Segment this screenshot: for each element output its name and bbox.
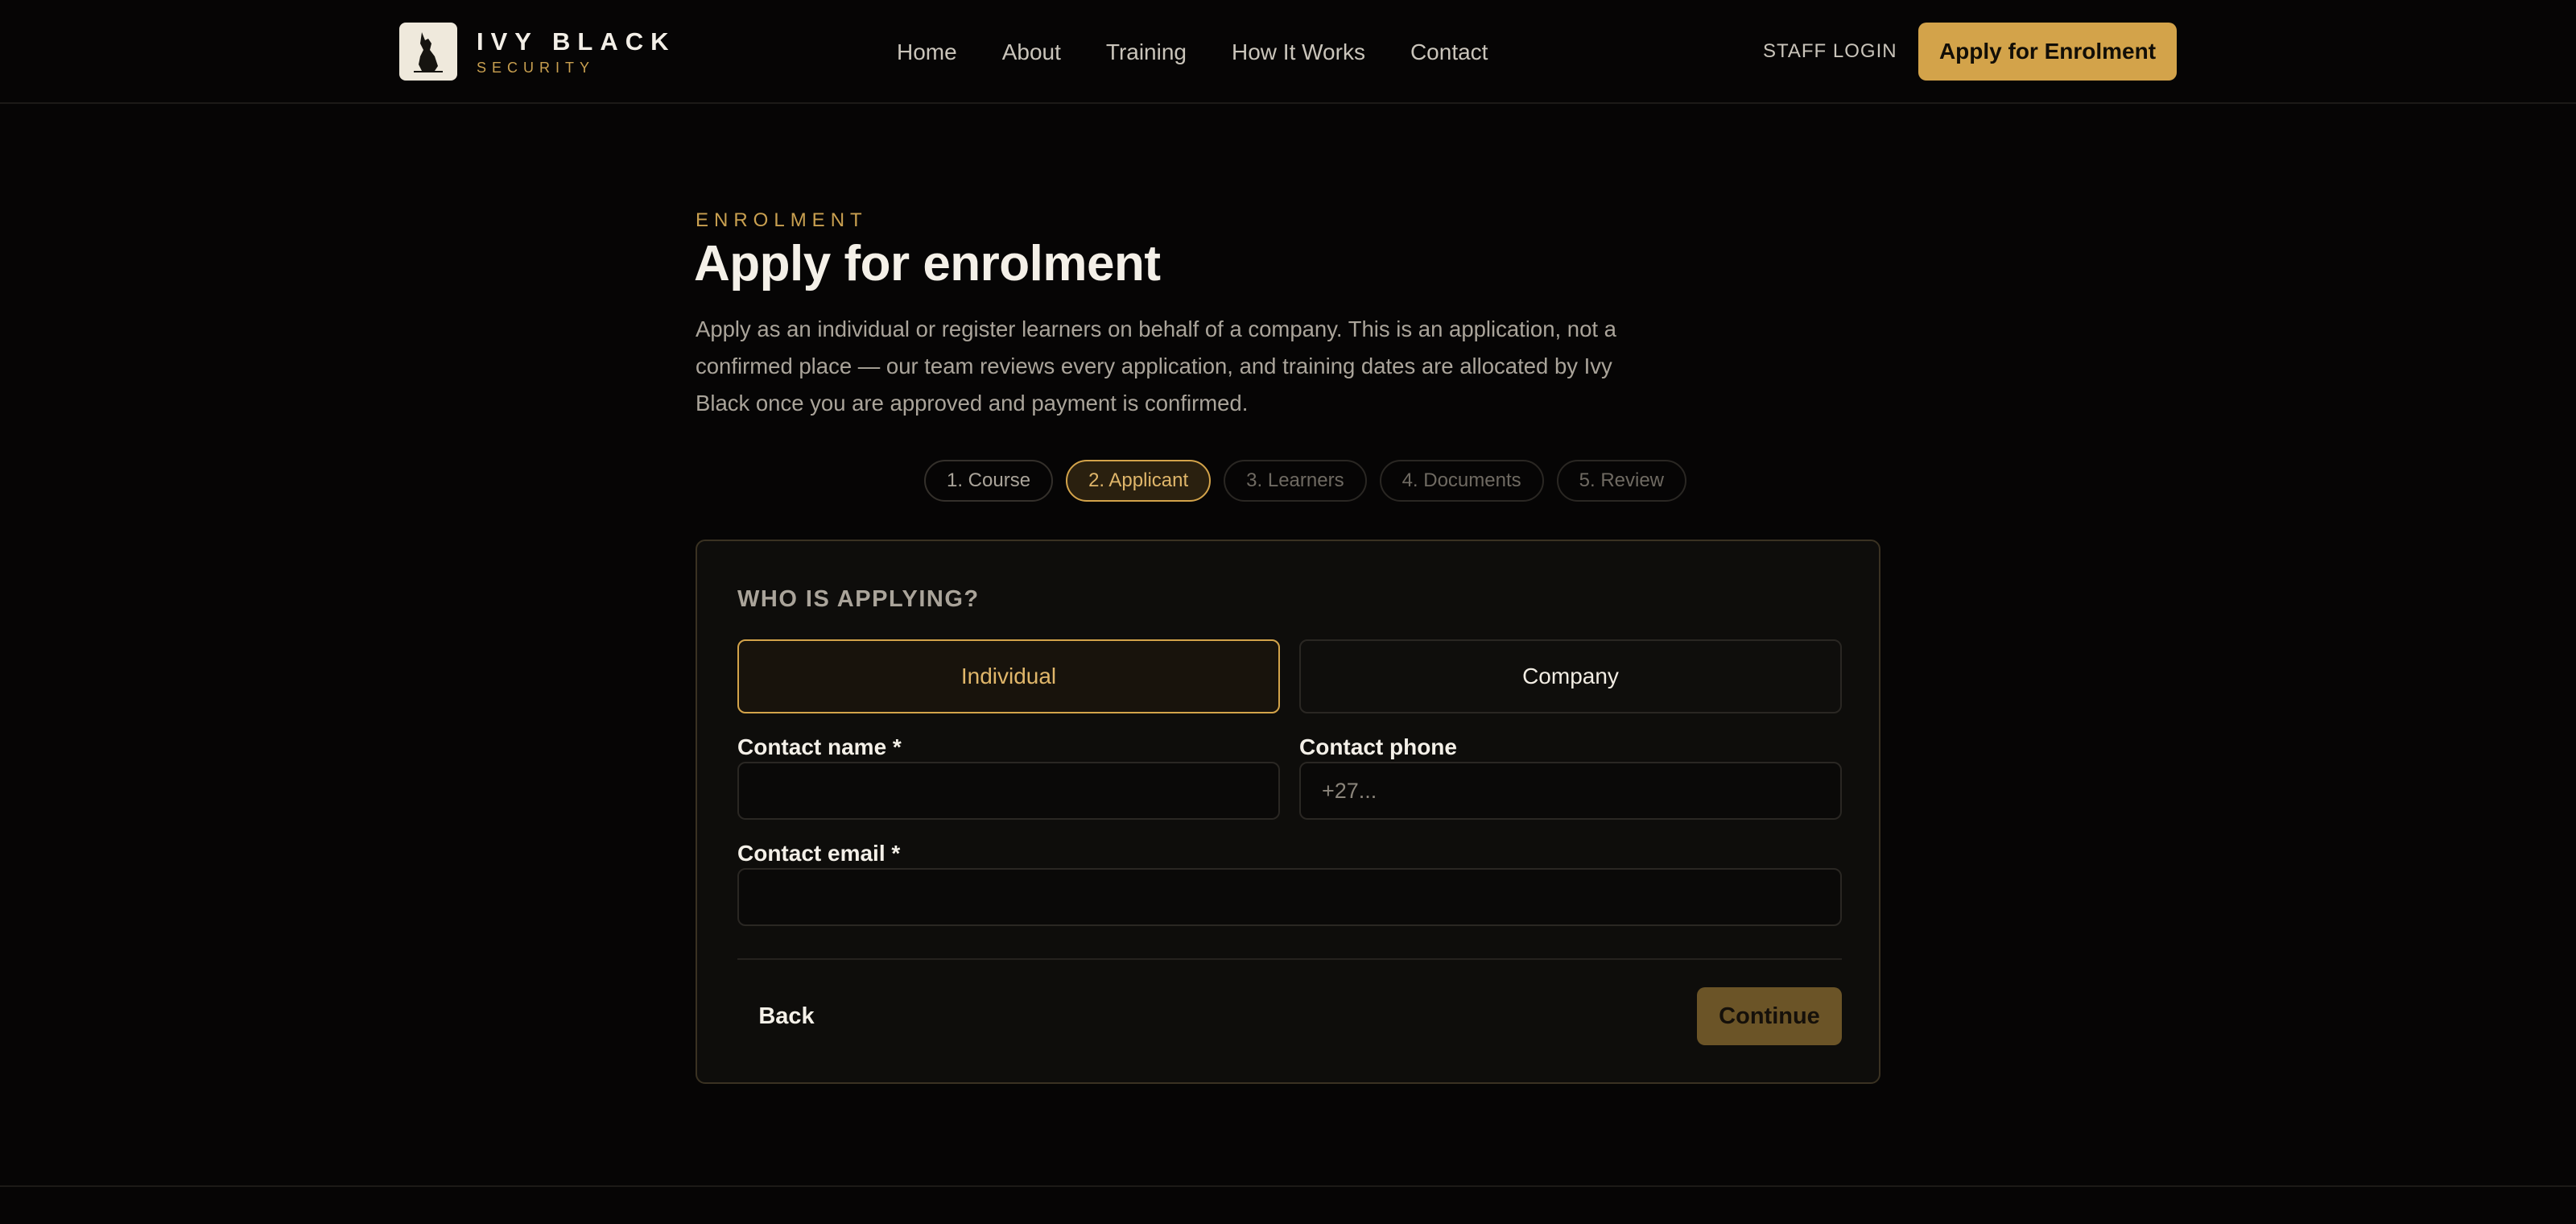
footer-divider (0, 1185, 2576, 1187)
wolf-icon (399, 23, 457, 81)
nav-home[interactable]: Home (897, 39, 957, 65)
applicant-form-card: WHO IS APPLYING? Individual Company Cont… (696, 540, 1880, 1084)
step-learners[interactable]: 3. Learners (1224, 460, 1367, 502)
brand-tagline: SECURITY (477, 59, 596, 76)
brand-name: IVY BLACK (477, 27, 676, 56)
site-header: IVY BLACK SECURITY Home About Training H… (0, 0, 2576, 104)
step-indicator: 1. Course 2. Applicant 3. Learners 4. Do… (924, 460, 1687, 502)
apply-for-enrolment-button[interactable]: Apply for Enrolment (1918, 23, 2177, 81)
nav-contact[interactable]: Contact (1410, 39, 1488, 65)
section-eyebrow: ENROLMENT (696, 209, 868, 231)
contact-phone-label: Contact phone (1299, 734, 1457, 759)
brand-logo[interactable]: IVY BLACK SECURITY (399, 23, 676, 81)
contact-phone-field[interactable] (1299, 762, 1842, 820)
contact-email-label: Contact email * (737, 841, 901, 866)
continue-button[interactable]: Continue (1697, 987, 1842, 1045)
contact-name-label: Contact name * (737, 734, 902, 759)
step-applicant[interactable]: 2. Applicant (1066, 460, 1212, 502)
who-is-applying-label: WHO IS APPLYING? (737, 586, 980, 612)
individual-option-button[interactable]: Individual (737, 639, 1280, 713)
main-nav: Home About Training How It Works Contact (897, 35, 1488, 69)
back-button[interactable]: Back (737, 987, 836, 1045)
step-course[interactable]: 1. Course (924, 460, 1054, 502)
form-divider (737, 958, 1842, 960)
nav-training[interactable]: Training (1106, 39, 1187, 65)
nav-about[interactable]: About (1002, 39, 1061, 65)
staff-login-link[interactable]: STAFF LOGIN (1763, 40, 1897, 63)
step-documents[interactable]: 4. Documents (1379, 460, 1544, 502)
contact-name-field[interactable] (737, 762, 1280, 820)
page-title: Apply for enrolment (694, 236, 1161, 292)
step-review[interactable]: 5. Review (1556, 460, 1687, 502)
intro-description: Apply as an individual or register learn… (696, 316, 1616, 416)
contact-email-field[interactable] (737, 868, 1842, 926)
nav-how-it-works[interactable]: How It Works (1232, 39, 1365, 65)
company-option-button[interactable]: Company (1299, 639, 1842, 713)
